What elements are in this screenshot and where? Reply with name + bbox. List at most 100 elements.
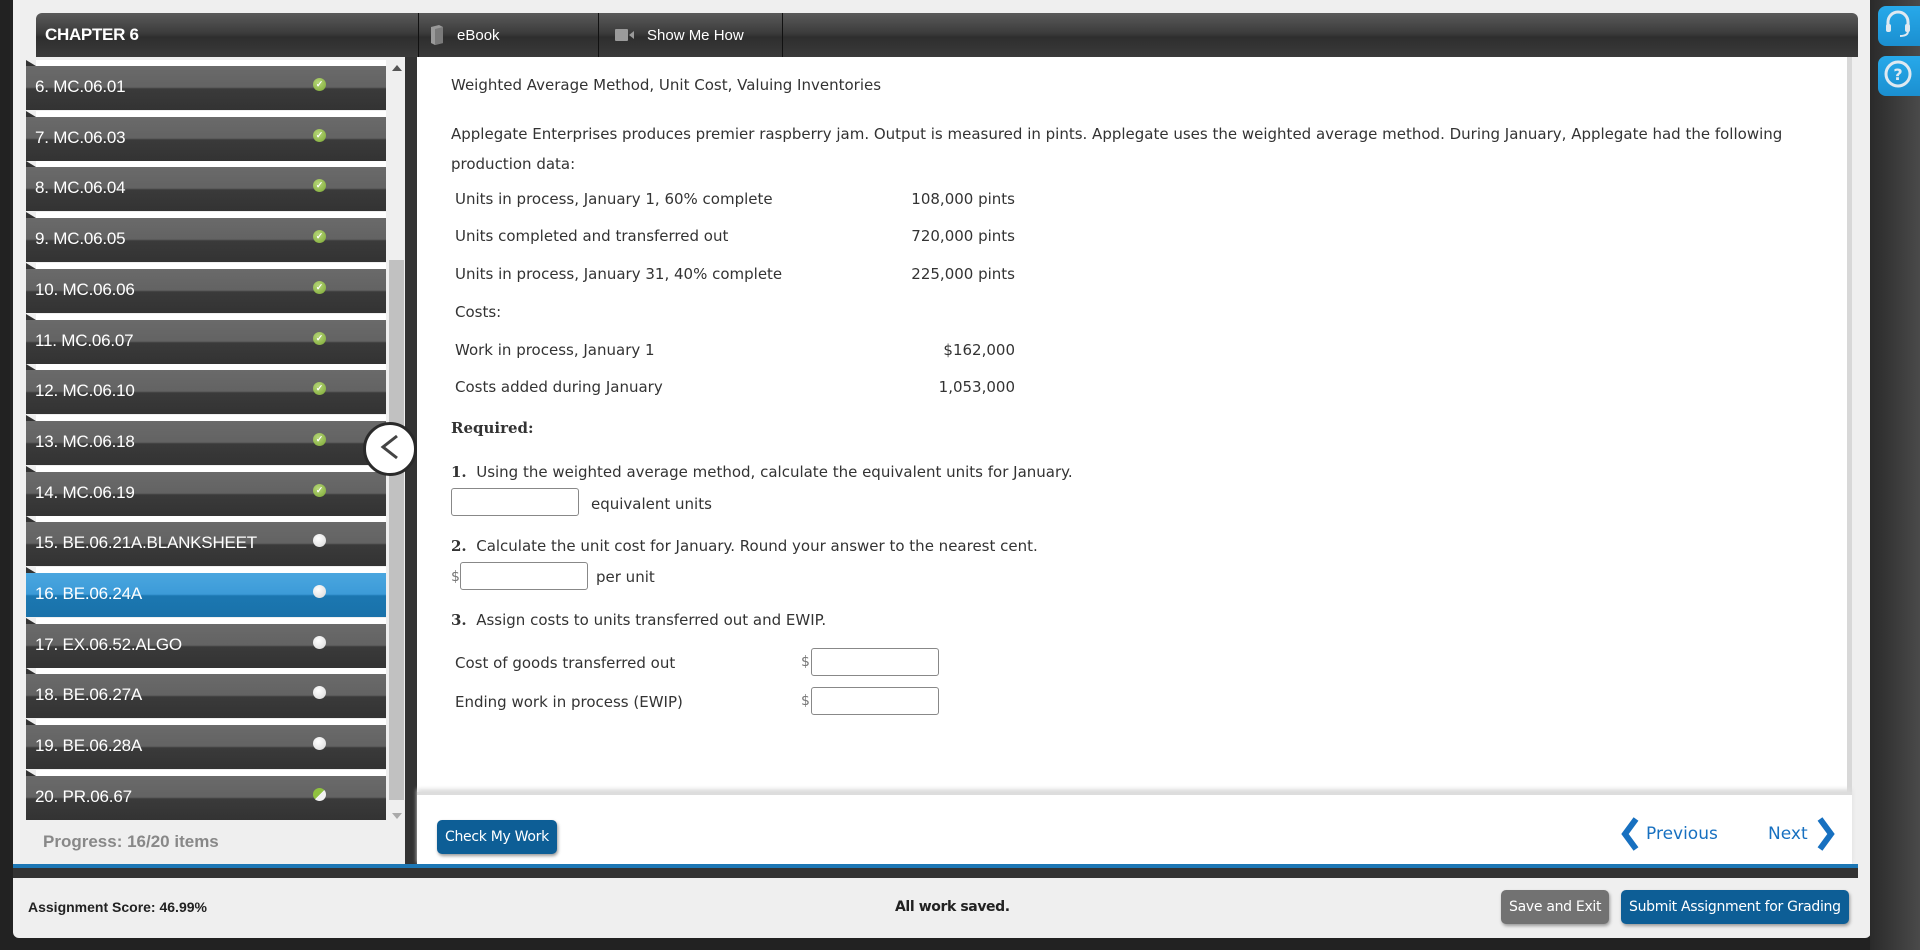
- sidebar-item[interactable]: 10. MC.06.06: [26, 262, 386, 313]
- step-2: 2. Calculate the unit cost for January. …: [451, 537, 1038, 555]
- sidebar-item[interactable]: 11. MC.06.07: [26, 313, 386, 364]
- next-label: Next: [1768, 824, 1808, 844]
- step-1-number: 1.: [451, 463, 467, 481]
- sidebar-item[interactable]: 18. BE.06.27A: [26, 668, 386, 719]
- sidebar-item[interactable]: 8. MC.06.04: [26, 161, 386, 212]
- sidebar-item-label: 8. MC.06.04: [35, 178, 126, 198]
- unit-cost-dollar: $: [451, 569, 460, 585]
- data-row: Costs added during January 1,053,000: [455, 378, 1015, 402]
- sidebar-item-label: 9. MC.06.05: [35, 229, 126, 249]
- sidebar-item[interactable]: 17. EX.06.52.ALGO: [26, 617, 386, 668]
- data-row: Units in process, January 1, 60% complet…: [455, 190, 1015, 214]
- ewip-label: Ending work in process (EWIP): [455, 693, 683, 711]
- required-heading: Required:: [451, 419, 534, 437]
- step-3-text: Assign costs to units transferred out an…: [476, 611, 827, 629]
- status-complete-icon: [313, 78, 326, 91]
- data-row: Units in process, January 31, 40% comple…: [455, 265, 1015, 289]
- header-bar: CHAPTER 6 eBook Show Me How: [36, 13, 1858, 57]
- save-status: All work saved.: [895, 899, 1010, 915]
- status-complete-icon: [313, 230, 326, 244]
- status-complete-icon: [313, 331, 326, 345]
- unit-cost-input[interactable]: [460, 562, 588, 590]
- question-footer: Check My Work Previous Next: [417, 792, 1852, 866]
- question-panel: Weighted Average Method, Unit Cost, Valu…: [417, 57, 1852, 792]
- previous-button[interactable]: Previous: [1620, 817, 1718, 851]
- status-complete-icon: [313, 483, 326, 497]
- help-question-icon: ?: [1882, 58, 1914, 95]
- chapter-title: CHAPTER 6: [45, 25, 139, 44]
- sidebar-item-label: 11. MC.06.07: [35, 330, 134, 350]
- question-title: Weighted Average Method, Unit Cost, Valu…: [451, 76, 882, 94]
- data-row: Units completed and transferred out 720,0…: [455, 227, 1015, 251]
- status-complete-icon: [313, 280, 326, 294]
- step-2-text: Calculate the unit cost for January. Rou…: [476, 537, 1038, 555]
- ewip-input[interactable]: [811, 687, 939, 715]
- sidebar-item[interactable]: 6. MC.06.01: [26, 60, 386, 110]
- status-empty-icon: [313, 737, 326, 751]
- cogs-transferred-label: Cost of goods transferred out: [455, 654, 676, 672]
- data-row-value: 108,000 pints: [911, 190, 1015, 208]
- sidebar-item-label: 16. BE.06.24A: [35, 584, 143, 603]
- tab-ebook[interactable]: eBook: [418, 13, 598, 57]
- sidebar-item[interactable]: 20. PR.06.67: [26, 769, 386, 820]
- cogs-transferred-input[interactable]: [811, 648, 939, 676]
- step-1: 1. Using the weighted average method, ca…: [451, 463, 1073, 481]
- sidebar-item[interactable]: 13. MC.06.18: [26, 414, 386, 465]
- status-partial-icon: [313, 787, 326, 801]
- support-button[interactable]: [1878, 6, 1920, 46]
- status-empty-icon: [313, 585, 326, 598]
- svg-text:?: ?: [1893, 65, 1902, 84]
- sidebar-item-label: 19. BE.06.28A: [35, 736, 143, 756]
- headset-icon: [1882, 8, 1914, 45]
- check-my-work-button[interactable]: Check My Work: [437, 820, 557, 854]
- data-row-label: Work in process, January 1: [455, 341, 655, 359]
- previous-label: Previous: [1646, 824, 1718, 844]
- sidebar-item[interactable]: 9. MC.06.05: [26, 212, 386, 263]
- divider-strip: [13, 868, 1858, 878]
- cogs-dollar: $: [801, 654, 810, 670]
- data-row-value: 720,000 pints: [911, 227, 1015, 245]
- book-icon: [429, 25, 445, 45]
- sidebar-item-label: 15. BE.06.21A.BLANKSHEET: [35, 533, 257, 553]
- sidebar-item-label: 20. PR.06.67: [35, 786, 132, 806]
- help-button[interactable]: ?: [1878, 56, 1920, 96]
- data-row-value: 1,053,000: [938, 378, 1015, 396]
- data-row: Work in process, January 1 $162,000: [455, 341, 1015, 365]
- step-3-number: 3.: [451, 611, 467, 629]
- sidebar-item[interactable]: 12. MC.06.10: [26, 364, 386, 415]
- step-3: 3. Assign costs to units transferred out…: [451, 611, 826, 629]
- status-bar: Assignment Score: 46.99% All work saved.…: [13, 878, 1858, 934]
- sidebar-item[interactable]: 15. BE.06.21A.BLANKSHEET: [26, 516, 386, 567]
- status-empty-icon: [313, 635, 326, 649]
- collapse-sidebar-button[interactable]: [363, 422, 417, 476]
- sidebar-item[interactable]: 7. MC.06.03: [26, 110, 386, 161]
- assignment-score: Assignment Score: 46.99%: [28, 899, 207, 915]
- tab-show-me-how[interactable]: Show Me How: [598, 13, 782, 57]
- ewip-dollar: $: [801, 693, 810, 709]
- sidebar-item[interactable]: 14. MC.06.19: [26, 465, 386, 516]
- scroll-up-arrow-icon[interactable]: [392, 65, 402, 71]
- data-row-label: Units in process, January 1, 60% complet…: [455, 190, 773, 208]
- sidebar-item-label: 12. MC.06.10: [35, 381, 135, 401]
- sidebar-item-label: 6. MC.06.01: [35, 77, 126, 96]
- sidebar-item[interactable]: 16. BE.06.24A: [26, 567, 386, 617]
- sidebar-item-label: 17. EX.06.52.ALGO: [35, 634, 182, 654]
- save-and-exit-button[interactable]: Save and Exit: [1501, 890, 1610, 924]
- scroll-down-arrow-icon[interactable]: [392, 813, 402, 819]
- data-row-value: 225,000 pints: [911, 265, 1015, 283]
- submit-assignment-button[interactable]: Submit Assignment for Grading: [1621, 890, 1849, 924]
- right-rail: ?: [1870, 0, 1920, 950]
- data-row-label: Costs added during January: [455, 378, 663, 396]
- data-row-label: Costs:: [455, 303, 502, 321]
- sidebar-item[interactable]: 19. BE.06.28A: [26, 719, 386, 770]
- scroll-thumb[interactable]: [389, 260, 404, 800]
- equivalent-units-label: equivalent units: [591, 495, 712, 513]
- sidebar-item-label: 18. BE.06.27A: [35, 685, 143, 705]
- equivalent-units-input[interactable]: [451, 488, 579, 516]
- next-button[interactable]: Next: [1768, 817, 1836, 851]
- sidebar-item-label: 7. MC.06.03: [35, 127, 126, 147]
- tab-ebook-label: eBook: [457, 26, 500, 44]
- per-unit-label: per unit: [596, 568, 655, 586]
- data-row-label: Units in process, January 31, 40% comple…: [455, 265, 783, 283]
- sidebar-item-label: 10. MC.06.06: [35, 279, 135, 299]
